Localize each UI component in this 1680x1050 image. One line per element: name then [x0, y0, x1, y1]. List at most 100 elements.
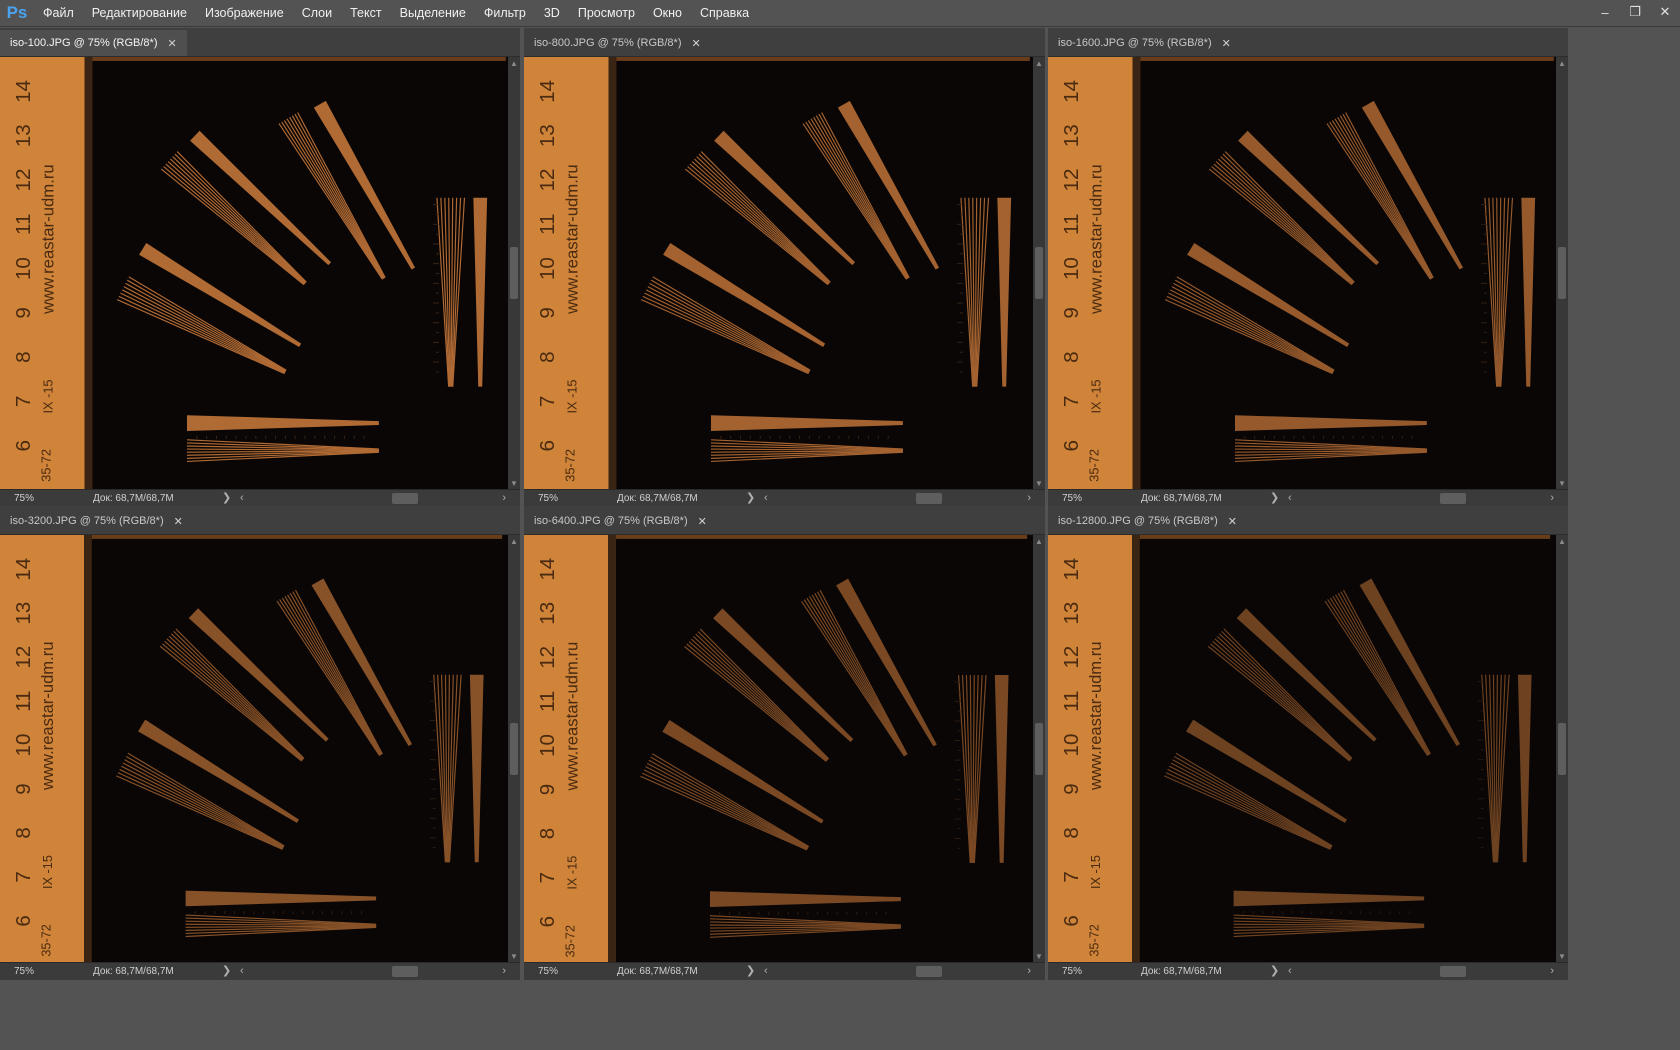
- menu-item[interactable]: Редактирование: [83, 0, 196, 26]
- status-menu-arrow-icon[interactable]: ❯: [746, 490, 755, 507]
- document-tab[interactable]: iso-6400.JPG @ 75% (RGB/8*) ✕: [524, 508, 717, 534]
- zoom-level[interactable]: 75%: [1048, 963, 1088, 980]
- scroll-left-icon[interactable]: ‹: [1288, 963, 1292, 980]
- document-canvas[interactable]: 14 13 12 11 10 9 8 7 6 www.reastar-udm.ru IX -15 35…: [0, 535, 508, 963]
- scroll-down-icon[interactable]: ▼: [508, 479, 520, 488]
- document-window: iso-6400.JPG @ 75% (RGB/8*) ✕ 14 13 12 11 10…: [524, 506, 1045, 980]
- vertical-scrollbar[interactable]: ▲ ▼: [1556, 57, 1568, 490]
- scroll-up-icon[interactable]: ▲: [1556, 537, 1568, 546]
- ruler-number: 9: [1060, 783, 1083, 794]
- scroll-up-icon[interactable]: ▲: [1033, 537, 1045, 546]
- ruler-number: 10: [12, 734, 35, 757]
- document-tab[interactable]: iso-800.JPG @ 75% (RGB/8*) ✕: [524, 30, 711, 56]
- document-canvas[interactable]: 14 13 12 11 10 9 8 7 6 www.reastar-udm.ru IX -15 35…: [524, 57, 1033, 490]
- scroll-thumb[interactable]: [510, 247, 518, 299]
- vertical-scrollbar[interactable]: ▲ ▼: [1556, 535, 1568, 963]
- horizontal-scrollbar[interactable]: [1298, 493, 1558, 504]
- horizontal-scrollbar[interactable]: [774, 493, 1035, 504]
- menu-item[interactable]: Текст: [341, 0, 390, 26]
- document-canvas[interactable]: 14 13 12 11 10 9 8 7 6 www.reastar-udm.ru IX -15 35…: [1048, 535, 1556, 963]
- close-tab-icon[interactable]: ✕: [1222, 37, 1231, 50]
- status-menu-arrow-icon[interactable]: ❯: [222, 963, 231, 980]
- scroll-left-icon[interactable]: ‹: [240, 490, 244, 507]
- scroll-left-icon[interactable]: ‹: [1288, 490, 1292, 507]
- scroll-right-icon[interactable]: ›: [502, 963, 506, 980]
- menu-item[interactable]: Файл: [34, 0, 83, 26]
- scroll-right-icon[interactable]: ›: [1550, 963, 1554, 980]
- scroll-right-icon[interactable]: ›: [1550, 490, 1554, 507]
- scroll-down-icon[interactable]: ▼: [1033, 952, 1045, 961]
- zoom-level[interactable]: 75%: [524, 490, 564, 507]
- menu-item[interactable]: Просмотр: [569, 0, 644, 26]
- horizontal-scrollbar[interactable]: [1298, 966, 1558, 977]
- scroll-left-icon[interactable]: ‹: [764, 963, 768, 980]
- zoom-level[interactable]: 75%: [1048, 490, 1088, 507]
- menu-item[interactable]: Фильтр: [475, 0, 535, 26]
- horizontal-scroll-thumb[interactable]: [1440, 493, 1466, 504]
- scroll-up-icon[interactable]: ▲: [508, 537, 520, 546]
- document-canvas[interactable]: 14 13 12 11 10 9 8 7 6 www.reastar-udm.ru IX -15 35…: [524, 535, 1033, 963]
- status-menu-arrow-icon[interactable]: ❯: [1270, 963, 1279, 980]
- document-tab-bar: iso-12800.JPG @ 75% (RGB/8*) ✕: [1048, 506, 1568, 535]
- document-tab[interactable]: iso-12800.JPG @ 75% (RGB/8*) ✕: [1048, 508, 1247, 534]
- document-canvas[interactable]: 14 13 12 11 10 9 8 7 6 www.reastar-udm.ru IX -15 35…: [0, 57, 508, 490]
- menu-item[interactable]: Выделение: [391, 0, 475, 26]
- scroll-left-icon[interactable]: ‹: [764, 490, 768, 507]
- scroll-thumb[interactable]: [510, 723, 518, 775]
- menu-bar: Ps Файл Редактирование Изображение Слои Текс…: [0, 0, 1680, 27]
- status-menu-arrow-icon[interactable]: ❯: [222, 490, 231, 507]
- horizontal-scroll-thumb[interactable]: [916, 493, 942, 504]
- zoom-level[interactable]: 75%: [524, 963, 564, 980]
- scroll-up-icon[interactable]: ▲: [1556, 59, 1568, 68]
- status-menu-arrow-icon[interactable]: ❯: [746, 963, 755, 980]
- minimize-button[interactable]: –: [1590, 0, 1620, 24]
- scroll-down-icon[interactable]: ▼: [1556, 479, 1568, 488]
- horizontal-scrollbar[interactable]: [774, 966, 1035, 977]
- menu-item[interactable]: 3D: [535, 0, 569, 26]
- horizontal-scrollbar[interactable]: [250, 493, 510, 504]
- close-tab-icon[interactable]: ✕: [168, 37, 177, 50]
- vertical-scrollbar[interactable]: ▲ ▼: [1033, 535, 1045, 963]
- scroll-right-icon[interactable]: ›: [1027, 963, 1031, 980]
- scroll-up-icon[interactable]: ▲: [508, 59, 520, 68]
- ruler-number: 9: [536, 784, 559, 795]
- scroll-thumb[interactable]: [1035, 723, 1043, 775]
- scroll-thumb[interactable]: [1558, 247, 1566, 299]
- vertical-scrollbar[interactable]: ▲ ▼: [1033, 57, 1045, 490]
- scroll-left-icon[interactable]: ‹: [240, 963, 244, 980]
- horizontal-scroll-thumb[interactable]: [916, 966, 942, 977]
- menu-item[interactable]: Изображение: [196, 0, 293, 26]
- close-button[interactable]: ✕: [1650, 0, 1680, 24]
- horizontal-scroll-thumb[interactable]: [392, 966, 418, 977]
- scroll-right-icon[interactable]: ›: [1027, 490, 1031, 507]
- close-tab-icon[interactable]: ✕: [698, 515, 707, 528]
- vertical-scrollbar[interactable]: ▲ ▼: [508, 57, 520, 490]
- menu-item[interactable]: Окно: [644, 0, 691, 26]
- scroll-right-icon[interactable]: ›: [502, 490, 506, 507]
- close-tab-icon[interactable]: ✕: [1228, 515, 1237, 528]
- menu-item[interactable]: Справка: [691, 0, 758, 26]
- scroll-thumb[interactable]: [1558, 723, 1566, 775]
- status-menu-arrow-icon[interactable]: ❯: [1270, 490, 1279, 507]
- scroll-down-icon[interactable]: ▼: [1556, 952, 1568, 961]
- menu-item[interactable]: Слои: [293, 0, 341, 26]
- scroll-down-icon[interactable]: ▼: [508, 952, 520, 961]
- zoom-level[interactable]: 75%: [0, 963, 40, 980]
- horizontal-scrollbar[interactable]: [250, 966, 510, 977]
- restore-button[interactable]: ❐: [1620, 0, 1650, 24]
- vertical-scrollbar[interactable]: ▲ ▼: [508, 535, 520, 963]
- zoom-level[interactable]: 75%: [0, 490, 40, 507]
- document-tab[interactable]: iso-100.JPG @ 75% (RGB/8*) ✕: [0, 30, 187, 56]
- horizontal-scroll-thumb[interactable]: [1440, 966, 1466, 977]
- ruler-number: 13: [536, 124, 559, 147]
- close-tab-icon[interactable]: ✕: [174, 515, 183, 528]
- close-tab-icon[interactable]: ✕: [692, 37, 701, 50]
- scroll-thumb[interactable]: [1035, 247, 1043, 299]
- document-canvas[interactable]: 14 13 12 11 10 9 8 7 6 www.reastar-udm.ru IX -15 35…: [1048, 57, 1556, 490]
- document-tab[interactable]: iso-1600.JPG @ 75% (RGB/8*) ✕: [1048, 30, 1241, 56]
- scroll-down-icon[interactable]: ▼: [1033, 479, 1045, 488]
- document-tab[interactable]: iso-3200.JPG @ 75% (RGB/8*) ✕: [0, 508, 193, 534]
- photoshop-logo[interactable]: Ps: [0, 0, 34, 26]
- scroll-up-icon[interactable]: ▲: [1033, 59, 1045, 68]
- horizontal-scroll-thumb[interactable]: [392, 493, 418, 504]
